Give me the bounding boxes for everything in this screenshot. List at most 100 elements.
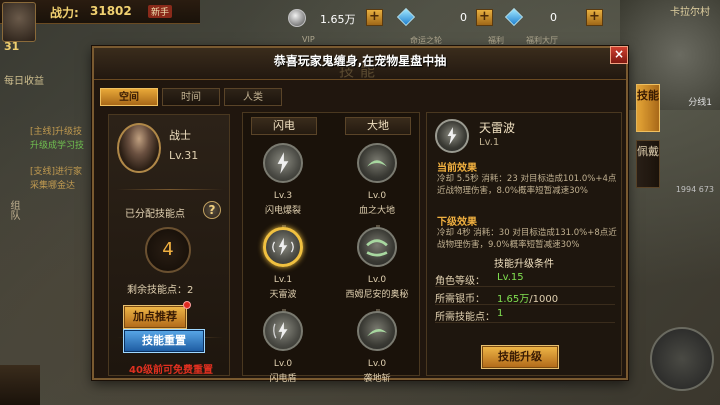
skill-name: 闪电盾 [269,374,297,384]
help-icon[interactable]: ? [203,201,221,219]
quest-item[interactable]: 升级成学习技 [30,138,84,151]
quest-item[interactable]: [支线]进行家 [30,164,82,177]
skill-detail-panel: 天雷波 Lv.1 当前效果 冷却 5.5秒 消耗：23 对目标造成101.0%+… [426,112,622,376]
team-label[interactable]: 组队 [6,200,21,220]
quest-tracker: [主线]升级技 升级成学习技 [支线]进行家 采集哪金达 [0,60,92,200]
requirement-label: 所需技能点： [435,312,495,323]
diamond-amount: 0 [460,11,467,24]
requirement-label: 所需银币： [435,294,485,305]
tab-human[interactable]: 人类 [224,88,282,106]
requirement-row: 所需银币： 1.65万/1000 [435,289,615,305]
column-earth: 大地 [345,117,411,135]
character-level: Lv.31 [169,149,199,162]
diamond-icon [396,7,416,27]
quest-item[interactable]: [主线]升级技 [30,124,82,137]
skill-level: Lv.3 [273,191,293,201]
skill-tree: 闪电 大地 Lv.3 闪电爆裂 Lv.0 血之大地 Lv.1 天雷波 Lv.0 … [242,112,420,384]
skill-node[interactable]: Lv.3 闪电爆裂 [243,143,323,225]
tab-skills-side[interactable]: 技能 [636,84,660,132]
close-button[interactable]: × [610,46,628,64]
tab-time[interactable]: 时间 [162,88,220,106]
lightning-skill-icon[interactable] [263,143,303,183]
upgrade-requirements-title: 技能升级条件 [494,259,554,270]
announcement-marquee: 恭喜玩家鬼缠身,在宠物星盘中抽 [273,54,447,68]
earth-skill-icon[interactable] [357,143,397,183]
skill-name: 天雷波 [269,290,297,300]
skill-level: Lv.0 [367,191,387,201]
lightning-wave-skill-icon[interactable] [263,227,303,267]
requirement-label: 角色等级： [435,276,485,287]
next-effect-title: 下级效果 [437,217,477,228]
character-portrait [117,123,161,173]
tab-equip-side[interactable]: 佩戴 [636,140,660,188]
map-title: 卡拉尔村 [670,7,710,18]
skill-node[interactable]: Lv.0 西姆尼安的奥秘 [337,227,417,309]
skill-level: Lv.1 [273,275,293,285]
rank-badge[interactable]: 新手 [148,5,173,18]
lightning-shield-skill-icon[interactable] [263,311,303,351]
silver-coin-icon [288,9,306,27]
assigned-points-value: 4 [145,227,191,273]
skill-level: Lv.0 [367,359,387,369]
requirement-value: 1 [497,308,504,319]
line-label[interactable]: 分线1 [688,95,712,108]
skill-name: 血之大地 [358,206,395,216]
skill-node[interactable]: Lv.0 血之大地 [337,143,417,225]
upgrade-skill-button[interactable]: 技能升级 [481,345,559,369]
chat-button[interactable] [0,365,40,405]
skill-node[interactable]: Lv.0 闪电盾 [243,311,323,393]
remaining-points: 剩余技能点：2 [127,285,194,296]
bound-diamond-amount: 0 [550,11,557,24]
skill-name: 闪电爆裂 [264,206,301,216]
minimap[interactable]: 卡拉尔村 分线1 [620,0,720,110]
skills-dialog: 技能 恭喜玩家鬼缠身,在宠物星盘中抽 × 空间 时间 人类 战士 Lv.31 已… [92,46,628,384]
skill-level: Lv.0 [273,359,293,369]
add-bound-diamond-button[interactable]: + [586,9,603,26]
character-class: 战士 [169,129,191,142]
requirement-row: 角色等级： Lv.15 [435,271,615,287]
wheel-label[interactable]: 命运之轮 [410,35,442,46]
player-level: 31 [4,40,20,53]
earth-skill-icon[interactable] [357,227,397,267]
divider [117,189,223,190]
skill-name: 西姆尼安的奥秘 [345,290,409,300]
attack-button[interactable] [650,327,714,391]
selected-skill-icon [435,119,469,153]
player-avatar[interactable] [2,2,36,42]
add-diamond-button[interactable]: + [476,9,493,26]
selected-skill-level: Lv.1 [479,137,500,148]
requirement-row: 所需技能点： 1 [435,307,615,323]
skill-level: Lv.0 [367,275,387,285]
notification-dot [183,301,191,309]
character-panel: 战士 Lv.31 已分配技能点 ? 4 剩余技能点：2 加点推荐 技能重置 40… [108,114,230,376]
requirement-value: Lv.15 [497,272,524,283]
assigned-points-label: 已分配技能点 [125,209,185,220]
bound-diamond-icon [504,7,524,27]
silver-amount: 1.65万 [320,13,356,26]
skill-node-selected[interactable]: Lv.1 天雷波 [243,227,323,309]
recommend-button[interactable]: 加点推荐 [123,305,187,329]
tab-space[interactable]: 空间 [100,88,158,106]
quest-item[interactable]: 采集哪金达 [30,178,75,191]
power-value: 31802 [90,4,132,18]
currency-bar: 1.65万 + 0 + 0 + VIP 命运之轮 福利 福利大厅 [284,7,614,45]
power-label: 战力: [50,6,79,20]
requirement-value: 1.65万/1000 [497,294,559,305]
side-tab-label: 佩戴 [637,145,659,158]
column-lightning: 闪电 [251,117,317,135]
welfare-label[interactable]: 福利 [488,35,504,46]
vip-label[interactable]: VIP [302,35,315,44]
next-effect-text: 冷却 4秒 消耗：30 对目标造成131.0%+8点近战物理伤害，9.0%概率短… [437,228,617,250]
side-tab-label: 技能 [637,89,659,102]
free-reset-note: 40级前可免费重置 [129,365,213,376]
dialog-header: 技能 恭喜玩家鬼缠身,在宠物星盘中抽 [94,48,626,80]
current-effect-text: 冷却 5.5秒 消耗：23 对目标造成101.0%+4点近战物理伤害，8.0%概… [437,174,617,196]
welfare-hall-label[interactable]: 福利大厅 [526,35,558,46]
selected-skill-name: 天雷波 [479,121,516,135]
add-silver-button[interactable]: + [366,9,383,26]
current-effect-title: 当前效果 [437,163,477,174]
earth-slash-skill-icon[interactable] [357,311,397,351]
skill-name: 袭地斩 [363,374,391,384]
skill-node[interactable]: Lv.0 袭地斩 [337,311,417,393]
reset-skills-button[interactable]: 技能重置 [123,329,205,353]
